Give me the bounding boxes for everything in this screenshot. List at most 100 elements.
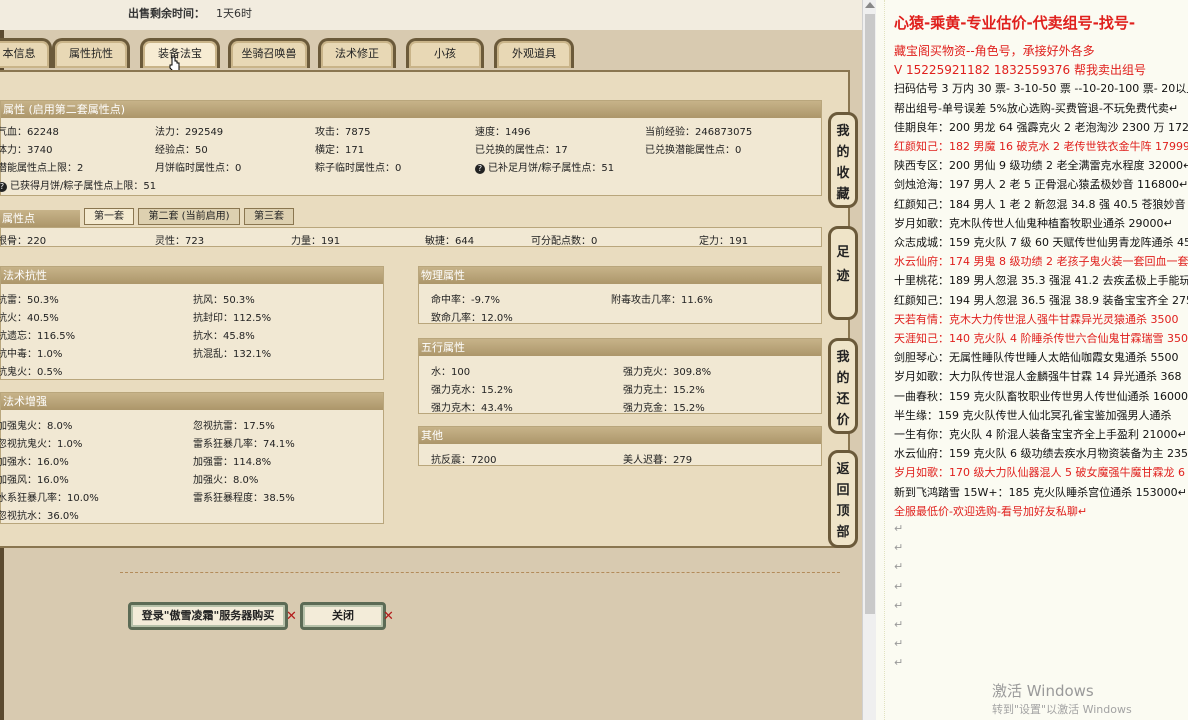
doc-line: 藏宝阁买物资--角色号，承接好外各多 — [894, 44, 1095, 58]
point-agility: 敏捷：644 — [425, 236, 475, 247]
doc-line: 十里桃花：189 男人忽混 35.3 强混 41.2 去疾孟极上手能玩 — [894, 274, 1188, 288]
side-bargain-button[interactable]: 我的还价 — [828, 338, 858, 434]
resist-wind: 抗风：50.3% — [193, 295, 255, 306]
divider — [120, 572, 840, 573]
resist-seal: 抗封印：112.5% — [193, 313, 272, 324]
resist-thunder: 抗雷：50.3% — [0, 295, 59, 306]
enh-6: 加强雷：114.8% — [193, 457, 272, 468]
phys-title: 物理属性 — [419, 267, 821, 284]
login-buy-button[interactable]: 登录"傲雪凌霜"服务器购买 — [128, 602, 288, 630]
help-icon[interactable]: ? — [475, 164, 485, 174]
doc-line: 全服最低价-欢迎选购-看号加好友私聊↵ — [894, 504, 1088, 518]
game-panel: 出售剩余时间： 1天6时 本信息 属性抗性 装备法宝 坐骑召唤兽 法术修正 小孩… — [0, 0, 862, 720]
attr-section-title: 属性 (启用第二套属性点) — [1, 101, 821, 118]
attr-zongzi-temp: 粽子临时属性点：0 — [315, 163, 402, 174]
doc-line: 众志成城：159 克火队 7 级 60 天赋传世仙男青龙阵通杀 45 — [894, 236, 1188, 249]
doc-empty-line: ↵ — [894, 637, 904, 651]
scroll-up-icon[interactable] — [865, 2, 875, 8]
doc-empty-line: ↵ — [894, 579, 904, 593]
enh-11: 忽视抗水：36.0% — [0, 511, 79, 522]
enh-9: 水系狂暴几率：10.0% — [0, 493, 99, 504]
tab-attr-resist[interactable]: 属性抗性 — [52, 38, 130, 68]
point-spirit: 灵性：723 — [155, 236, 205, 247]
doc-empty-line: ↵ — [894, 541, 904, 555]
scrollbar[interactable] — [862, 0, 876, 720]
doc-empty-line: ↵ — [894, 522, 904, 535]
activate-windows-sub: 转到"设置"以激活 Windows — [992, 703, 1132, 716]
doc-title: 心猿-乘黄-专业估价-代卖组号-找号- — [894, 14, 1136, 32]
doc-line: 红颜知己：184 男人 1 老 2 新忽混 34.8 强 40.5 苍狼妙音 2… — [894, 197, 1188, 211]
tab-mounts-pets[interactable]: 坐骑召唤兽 — [228, 38, 310, 68]
tab-spell-mod[interactable]: 法术修正 — [318, 38, 396, 68]
resist-fire: 抗火：40.5% — [0, 313, 59, 324]
enhance-section: 法术增强 加强鬼火：8.0% 忽视抗雷：17.5% 忽视抗鬼火：1.0% 雷系狂… — [0, 392, 384, 524]
side-back-top-button[interactable]: 返回顶部 — [828, 450, 858, 548]
close-x-icon: ✕ — [286, 609, 297, 624]
doc-line: 岁月如歌：170 级大力队仙器混人 5 破女魔强牛魔甘霖龙 6 — [894, 466, 1185, 480]
attr-hp: 气血：62248 — [0, 127, 59, 138]
attr-section: 属性 (启用第二套属性点) 气血：62248 法力：292549 攻击：7875… — [0, 100, 822, 196]
attr-speed: 速度：1496 — [475, 127, 531, 138]
doc-line: 一曲春秋：159 克火队畜牧职业传世男人传世仙通杀 16000 — [894, 389, 1188, 403]
five-6: 强力克金：15.2% — [623, 403, 705, 414]
subtab-set-1[interactable]: 第一套 — [84, 208, 134, 225]
doc-line: 红颜知己：182 男魔 16 破克水 2 老传世铁衣金牛阵 17999↵ — [894, 140, 1188, 153]
resist-confuse: 抗混乱：132.1% — [193, 349, 272, 360]
subtab-set-3[interactable]: 第三套 — [244, 208, 294, 225]
other-1: 抗反震：7200 — [431, 455, 497, 466]
enh-4: 雷系狂暴几率：74.1% — [193, 439, 295, 450]
sale-time-bar: 出售剩余时间： 1天6时 — [0, 0, 862, 30]
phys-crit: 致命几率：12.0% — [431, 313, 513, 324]
sale-time-value: 1天6时 — [216, 7, 252, 20]
enh-2: 忽视抗雷：17.5% — [193, 421, 275, 432]
side-footprint-button[interactable]: 足迹 — [828, 226, 858, 320]
tab-appearance[interactable]: 外观道具 — [494, 38, 574, 68]
doc-line: 佳期良年：200 男龙 64 强霹克火 2 老泡淘沙 2300 万 17200 — [894, 120, 1188, 134]
tab-child[interactable]: 小孩 — [406, 38, 484, 68]
attr-potential-cap: 潜能属性点上限：2 — [0, 163, 84, 174]
other-title: 其他 — [419, 427, 821, 444]
point-title: 属性点 — [0, 210, 80, 227]
scroll-thumb[interactable] — [865, 14, 875, 614]
attr-filled: ? 已补足月饼/粽子属性点：51 — [475, 159, 614, 174]
doc-empty-line: ↵ — [894, 656, 904, 670]
close-x-icon: ✕ — [383, 609, 394, 624]
attr-mp: 法力：292549 — [155, 127, 224, 138]
doc-empty-line: ↵ — [894, 598, 904, 612]
phys-hit: 命中率：-9.7% — [431, 295, 501, 306]
point-focus: 定力：191 — [699, 236, 749, 247]
other-2: 美人迟暮：279 — [623, 455, 693, 466]
attr-stable: 横定：171 — [315, 145, 365, 156]
enhance-title: 法术增强 — [1, 393, 383, 410]
five-3: 强力克水：15.2% — [431, 385, 513, 396]
activate-windows-watermark: 激活 Windows — [992, 682, 1094, 700]
doc-line: 水云仙府：174 男鬼 8 级功绩 2 老孩子鬼火装一套回血一套 — [894, 255, 1188, 269]
enh-10: 雷系狂暴程度：38.5% — [193, 493, 295, 504]
doc-line: 扫码估号 3 万内 30 票- 3-10-50 票 --10-20-100 票-… — [894, 82, 1188, 96]
point-strength: 力量：191 — [291, 236, 341, 247]
doc-line: 陕西专区：200 男仙 9 级功绩 2 老全满雷克水程度 32000↵ — [894, 159, 1188, 173]
phys-poison-atk: 附毒攻击几率：11.6% — [611, 295, 713, 306]
resist-poison: 抗中毒：1.0% — [0, 349, 63, 360]
help-icon[interactable]: ? — [0, 182, 7, 192]
five-5: 强力克木：43.4% — [431, 403, 513, 414]
enh-3: 忽视抗鬼火：1.0% — [0, 439, 83, 450]
point-section: 根骨：220 灵性：723 力量：191 敏捷：644 可分配点数：0 定力：1… — [0, 227, 822, 247]
enh-8: 加强火：8.0% — [193, 475, 259, 486]
close-button[interactable]: 关闭 — [300, 602, 386, 630]
side-favorites-button[interactable]: 我的收藏 — [828, 112, 858, 208]
subtab-set-2[interactable]: 第二套 (当前启用) — [138, 208, 240, 225]
doc-line: 新到飞鸿踏雪 15W+：185 克火队睡杀宫位通杀 153000↵ — [894, 485, 1187, 499]
doc-line: 天涯知己：140 克火队 4 阶睡杀传世六合仙鬼甘霖瑞雪 350 — [894, 332, 1188, 345]
tab-basic-info[interactable]: 本信息 — [0, 38, 52, 68]
attr-exp-point: 经验点：50 — [155, 145, 208, 156]
five-1: 水：100 — [431, 367, 471, 378]
doc-line: 水云仙府：159 克火队 6 级功绩去疾水月物资装备为主 235 — [894, 447, 1188, 461]
resist-section: 法术抗性 抗雷：50.3% 抗风：50.3% 抗火：40.5% 抗封印：112.… — [0, 266, 384, 380]
other-section: 其他 抗反震：7200 美人迟暮：279 — [418, 426, 822, 466]
attr-mooncake-temp: 月饼临时属性点：0 — [155, 163, 242, 174]
tab-equipment[interactable]: 装备法宝 — [140, 38, 220, 68]
resist-title: 法术抗性 — [1, 267, 383, 284]
doc-line: 岁月如歌：克木队传世人仙鬼种植畜牧职业通杀 29000↵ — [894, 216, 1173, 230]
enh-7: 加强风：16.0% — [0, 475, 69, 486]
